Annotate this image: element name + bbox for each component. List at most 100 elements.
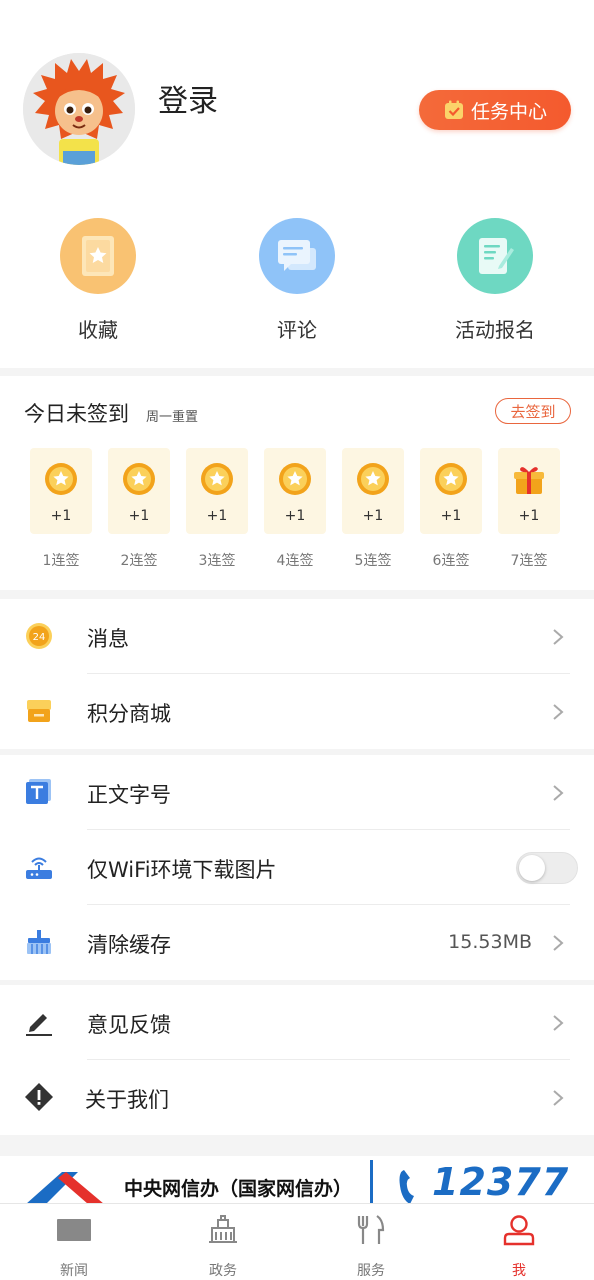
tab-services[interactable]: 服务	[331, 1214, 411, 1280]
menu-item-about[interactable]: 关于我们	[0, 1060, 594, 1135]
signin-card: 今日未签到 周一重置 去签到 +1 1连签 +1 2连签 +1 3连签 +1 4…	[0, 376, 594, 590]
coin-icon	[123, 463, 155, 495]
font-size-label: 正文字号	[87, 783, 171, 807]
text-size-icon	[26, 779, 51, 804]
chevron-right-icon	[553, 1015, 564, 1031]
day-label: 7连签	[510, 553, 548, 569]
points-mall-label: 积分商城	[87, 702, 171, 726]
day-reward: +1	[50, 508, 72, 524]
signin-title: 今日未签到	[24, 402, 129, 426]
comments-label: 评论	[277, 318, 317, 342]
tab-me-label: 我	[512, 1263, 526, 1279]
tab-news-label: 新闻	[60, 1263, 88, 1279]
menu-group-about: 意见反馈 关于我们	[0, 985, 594, 1135]
message-badge-count: 24	[33, 632, 46, 643]
menu-item-wifi-only-images: 仅WiFi环境下载图片	[0, 830, 594, 905]
day-reward: +1	[284, 508, 306, 524]
day-reward: +1	[206, 508, 228, 524]
comments-button[interactable]: 评论	[217, 218, 377, 343]
chevron-right-icon	[553, 629, 564, 645]
gift-icon	[514, 467, 544, 494]
bookmark-icon	[60, 218, 136, 294]
chevron-right-icon	[553, 704, 564, 720]
chevron-right-icon	[553, 1090, 564, 1106]
comment-icon	[259, 218, 335, 294]
message-badge-icon: 24	[26, 623, 52, 649]
menu-item-points-mall[interactable]: 积分商城	[0, 674, 594, 749]
profile-header: 登录 任务中心 收藏 评论 活动报名	[0, 0, 594, 368]
about-label: 关于我们	[85, 1088, 169, 1112]
menu-item-font-size[interactable]: 正文字号	[0, 755, 594, 830]
banner-text: 中央网信办（国家网信办）	[124, 1178, 353, 1200]
event-signup-button[interactable]: 活动报名	[415, 218, 575, 343]
tab-government-label: 政务	[209, 1263, 237, 1279]
fork-knife-icon	[357, 1215, 385, 1244]
calendar-check-icon	[444, 100, 463, 119]
menu-item-clear-cache[interactable]: 清除缓存 15.53MB	[0, 905, 594, 980]
messages-label: 消息	[87, 627, 129, 651]
go-signin-button[interactable]: 去签到	[495, 398, 571, 424]
signin-day-card: +1	[498, 448, 560, 534]
person-icon	[503, 1215, 535, 1246]
coin-icon	[279, 463, 311, 495]
tab-services-label: 服务	[357, 1263, 385, 1279]
day-reward: +1	[518, 508, 540, 524]
day-label: 4连签	[276, 553, 314, 569]
favorites-button[interactable]: 收藏	[18, 218, 178, 343]
cac-logo-icon	[26, 1172, 104, 1204]
menu-item-feedback[interactable]: 意见反馈	[0, 985, 594, 1060]
wifi-router-icon	[26, 857, 52, 879]
clear-cache-label: 清除缓存	[87, 933, 171, 957]
signin-day-card: +1	[342, 448, 404, 534]
coin-icon	[201, 463, 233, 495]
task-center-label: 任务中心	[470, 100, 547, 123]
menu-group-settings: 正文字号 仅WiFi环境下载图片 清除缓存 15.53MB	[0, 755, 594, 980]
day-label: 6连签	[432, 553, 470, 569]
avatar[interactable]	[23, 53, 135, 165]
day-label: 2连签	[120, 553, 158, 569]
lion-mascot-icon	[23, 53, 135, 165]
bottom-tab-bar: 新闻 政务 服务 我	[0, 1203, 594, 1280]
signin-day-card: +1	[420, 448, 482, 534]
chevron-right-icon	[553, 935, 564, 951]
signup-form-icon	[457, 218, 533, 294]
tab-news[interactable]: 新闻	[34, 1214, 114, 1280]
banner-hotline: 12377	[432, 1160, 570, 1204]
day-reward: +1	[128, 508, 150, 524]
banner-divider	[370, 1160, 373, 1204]
coin-icon	[357, 463, 389, 495]
day-reward: +1	[440, 508, 462, 524]
wifi-only-images-label: 仅WiFi环境下载图片	[87, 858, 277, 882]
news-icon	[57, 1219, 91, 1241]
menu-group-messages: 24 消息 积分商城	[0, 599, 594, 749]
wifi-only-images-toggle[interactable]	[516, 852, 578, 884]
tab-government[interactable]: 政务	[183, 1214, 263, 1280]
signin-day-card: +1	[186, 448, 248, 534]
day-reward: +1	[362, 508, 384, 524]
login-link[interactable]: 登录	[158, 76, 218, 120]
promo-banner[interactable]: 中央网信办（国家网信办） 12377	[0, 1156, 594, 1204]
pencil-icon	[26, 1014, 52, 1036]
tab-me[interactable]: 我	[479, 1214, 559, 1280]
toggle-knob	[519, 855, 545, 881]
day-label: 1连签	[42, 553, 80, 569]
day-label: 5连签	[354, 553, 392, 569]
feedback-label: 意见反馈	[87, 1013, 171, 1037]
event-signup-label: 活动报名	[455, 318, 535, 342]
shop-icon	[27, 700, 51, 722]
government-building-icon	[209, 1215, 237, 1243]
menu-item-messages[interactable]: 24 消息	[0, 599, 594, 674]
task-center-button[interactable]: 任务中心	[419, 90, 571, 130]
signin-day-card: +1	[30, 448, 92, 534]
chevron-right-icon	[553, 785, 564, 801]
broom-icon	[27, 930, 51, 954]
coin-icon	[435, 463, 467, 495]
coin-icon	[45, 463, 77, 495]
signin-day-card: +1	[264, 448, 326, 534]
signin-reset-note: 周一重置	[146, 410, 199, 425]
day-label: 3连签	[198, 553, 236, 569]
phone-icon	[399, 1170, 414, 1204]
info-diamond-icon	[25, 1083, 53, 1111]
favorites-label: 收藏	[78, 318, 118, 342]
signin-day-card: +1	[108, 448, 170, 534]
